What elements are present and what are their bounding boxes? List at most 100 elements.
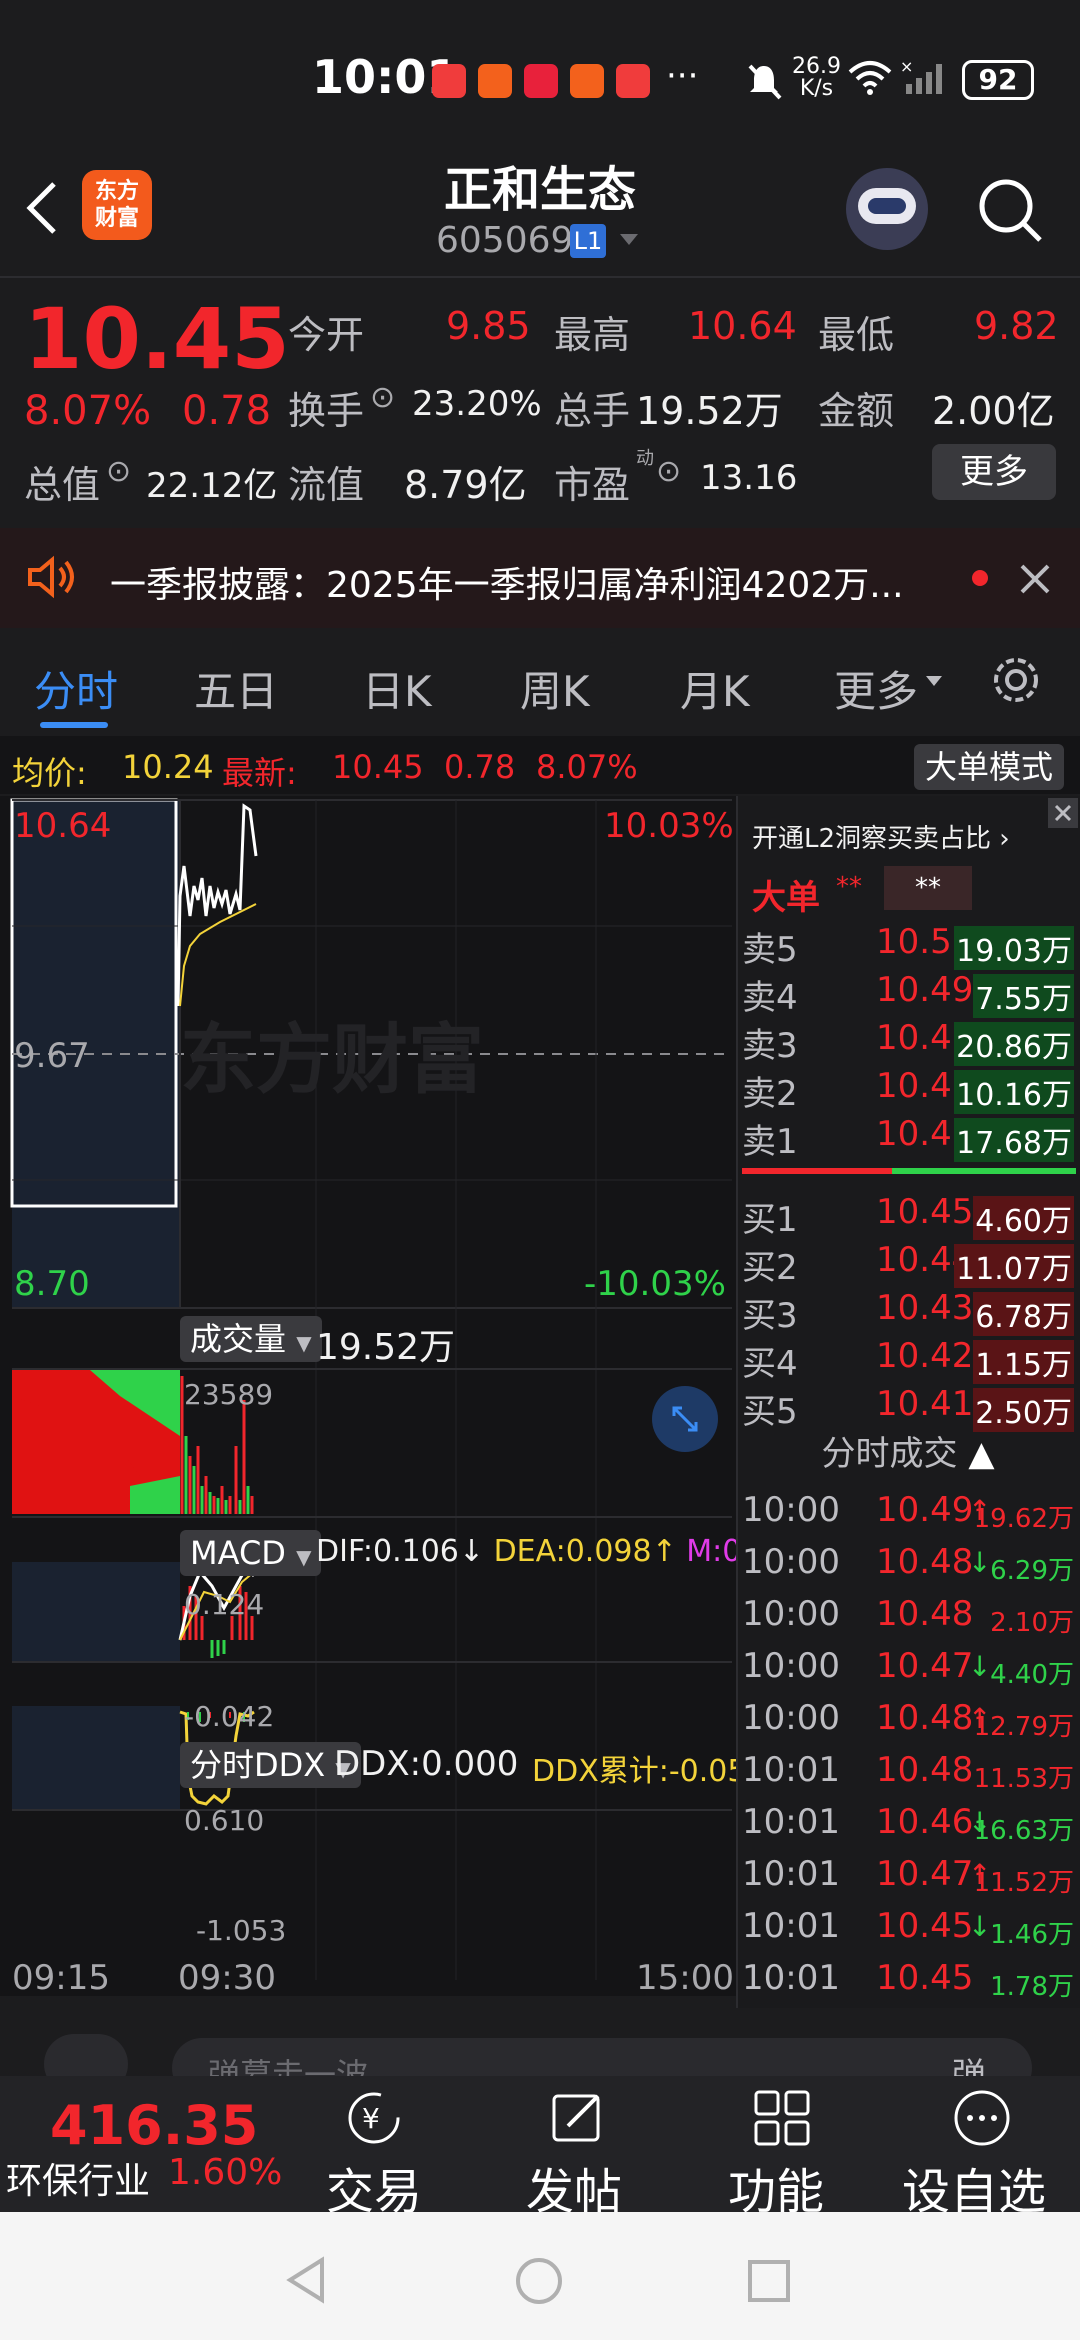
macd-indicator-select[interactable]: MACD ▼ [180, 1530, 322, 1576]
bid-row[interactable]: 买3 10.43 6.78万 [742, 1284, 1076, 1336]
bid-volume: 6.78万 [973, 1292, 1074, 1336]
more-quote-button[interactable]: 更多 [932, 444, 1056, 500]
bid-label: 买4 [742, 1344, 798, 1384]
chevron-down-icon[interactable] [618, 232, 640, 248]
bid-row[interactable]: 买2 10.44 11.07万 [742, 1236, 1076, 1288]
info-icon[interactable]: ⊙ [106, 454, 131, 489]
pe-superscript: 动 [636, 448, 654, 469]
tab-daily-k[interactable]: 日K [362, 658, 432, 719]
close-icon[interactable] [1048, 798, 1078, 828]
big-order-mode-button[interactable]: 大单模式 [914, 744, 1064, 790]
tick-volume: 2.10万 [990, 1608, 1074, 1638]
tick-row: 10:00 10.48 ↑ 12.79万 [742, 1694, 1076, 1746]
tick-volume: 11.52万 [973, 1868, 1074, 1898]
robot-assistant-icon[interactable] [846, 168, 928, 250]
l2-promo-link[interactable]: 开通L2洞察买卖占比 › [752, 818, 1010, 855]
tick-trades-header[interactable]: 分时成交 ▲ [736, 1426, 1080, 1486]
ask-row[interactable]: 卖4 10.49 7.55万 [742, 966, 1076, 1018]
ask-volume: 20.86万 [954, 1022, 1074, 1066]
tick-volume: 1.78万 [990, 1972, 1074, 2002]
time-start: 09:15 [12, 1958, 110, 1998]
tick-direction: ↓ [968, 1546, 992, 1579]
nav-back-icon[interactable] [284, 2256, 328, 2304]
search-icon[interactable] [976, 176, 1046, 246]
comment-bar: 弹幕走一波 弹 [0, 2008, 1080, 2098]
tick-time: 10:01 [742, 1802, 840, 1842]
tick-time: 10:01 [742, 1906, 840, 1946]
mute-icon [748, 64, 782, 100]
stock-code[interactable]: 605069 [436, 220, 573, 261]
nav-recents-icon[interactable] [746, 2258, 792, 2304]
ask-row[interactable]: 卖2 10.47 10.16万 [742, 1062, 1076, 1114]
intraday-chart[interactable]: 东方财富 [0, 796, 736, 1996]
index-value[interactable]: 416.35 [50, 2094, 258, 2157]
info-icon[interactable]: ⊙ [656, 454, 681, 489]
ask-label: 卖3 [742, 1026, 798, 1066]
tick-volume: 1.46万 [990, 1920, 1074, 1950]
gear-icon[interactable] [988, 652, 1044, 708]
bid-volume: 11.07万 [954, 1244, 1074, 1288]
tick-row: 10:01 10.48 11.53万 [742, 1746, 1076, 1798]
notification-icon [616, 64, 650, 98]
notification-icon [524, 64, 558, 98]
ddx-cumulative: DDX累计:-0.053 [532, 1754, 766, 1789]
svg-text:×: × [900, 58, 913, 76]
functions-icon [754, 2090, 810, 2146]
tab-five-day[interactable]: 五日 [194, 658, 278, 719]
ask-volume: 7.55万 [973, 974, 1074, 1018]
bid-row[interactable]: 买4 10.42 1.15万 [742, 1332, 1076, 1384]
nav-home-icon[interactable] [514, 2256, 564, 2306]
tab-weekly-k[interactable]: 周K [520, 658, 590, 719]
bid-row[interactable]: 买5 10.41 2.50万 [742, 1380, 1076, 1432]
tick-volume: 12.79万 [973, 1712, 1074, 1742]
notification-icon [432, 64, 466, 98]
big-order-label: 大单 [752, 878, 820, 918]
ask-row[interactable]: 卖1 10.46 17.68万 [742, 1110, 1076, 1162]
amount-label: 金额 [818, 389, 895, 433]
latest-change: 0.78 [444, 748, 516, 786]
network-speed: 26.9 K/s [792, 54, 841, 101]
change-percent: 8.07% [24, 388, 152, 434]
level-badge: L1 [570, 224, 606, 258]
volume-indicator-select[interactable]: 成交量 ▼ [180, 1316, 322, 1362]
wifi-icon [848, 61, 892, 95]
ask-row[interactable]: 卖3 10.48 20.86万 [742, 1014, 1076, 1066]
high-label: 最高 [554, 313, 631, 357]
tick-row: 10:01 10.47 ↑ 11.52万 [742, 1850, 1076, 1902]
tab-intraday[interactable]: 分时 [34, 658, 118, 719]
bid-price: 10.45 [876, 1192, 974, 1232]
pe-value: 13.16 [700, 458, 798, 498]
close-icon[interactable] [1018, 562, 1052, 596]
info-icon[interactable]: ⊙ [370, 380, 395, 415]
tick-price: 10.46 [876, 1802, 974, 1842]
volume-label: 总手 [554, 389, 631, 433]
macd-top-label: 0.124 [184, 1588, 265, 1621]
chart-bottom-percent: -10.03% [584, 1264, 726, 1304]
tick-volume: 16.63万 [973, 1816, 1074, 1846]
chart-bottom-price: 8.70 [14, 1264, 90, 1304]
tick-row: 10:00 10.48 2.10万 [742, 1590, 1076, 1642]
trade-icon: ¥ [348, 2092, 400, 2144]
tick-price: 10.47 [876, 1854, 974, 1894]
more-notifications-icon: ··· [666, 56, 699, 96]
tick-price: 10.45 [876, 1906, 974, 1946]
announcement-text[interactable]: 一季报披露：2025年一季报归属净利润4202万... [110, 556, 904, 608]
ask-volume: 19.03万 [954, 926, 1074, 970]
tick-time: 10:01 [742, 1750, 840, 1790]
bid-row[interactable]: 买1 10.45 4.60万 [742, 1188, 1076, 1240]
ask-row[interactable]: 卖5 10.50 19.03万 [742, 918, 1076, 970]
fullscreen-button[interactable] [652, 1386, 718, 1452]
tab-monthly-k[interactable]: 月K [680, 658, 750, 719]
svg-text:¥: ¥ [362, 2102, 380, 2135]
tick-row: 10:01 10.46 ↓ 16.63万 [742, 1798, 1076, 1850]
signal-icon: × [900, 58, 942, 94]
notification-icon [478, 64, 512, 98]
index-percent: 1.60% [168, 2152, 283, 2193]
turnover-value: 23.20% [412, 384, 542, 424]
avg-value: 10.24 [122, 748, 214, 786]
bid-ask-ratio-bar [742, 1168, 1076, 1174]
index-name[interactable]: 环保行业 [6, 2152, 150, 2204]
low-label: 最低 [818, 313, 895, 357]
tick-volume: 4.40万 [990, 1660, 1074, 1690]
tab-more[interactable]: 更多 [834, 658, 918, 719]
